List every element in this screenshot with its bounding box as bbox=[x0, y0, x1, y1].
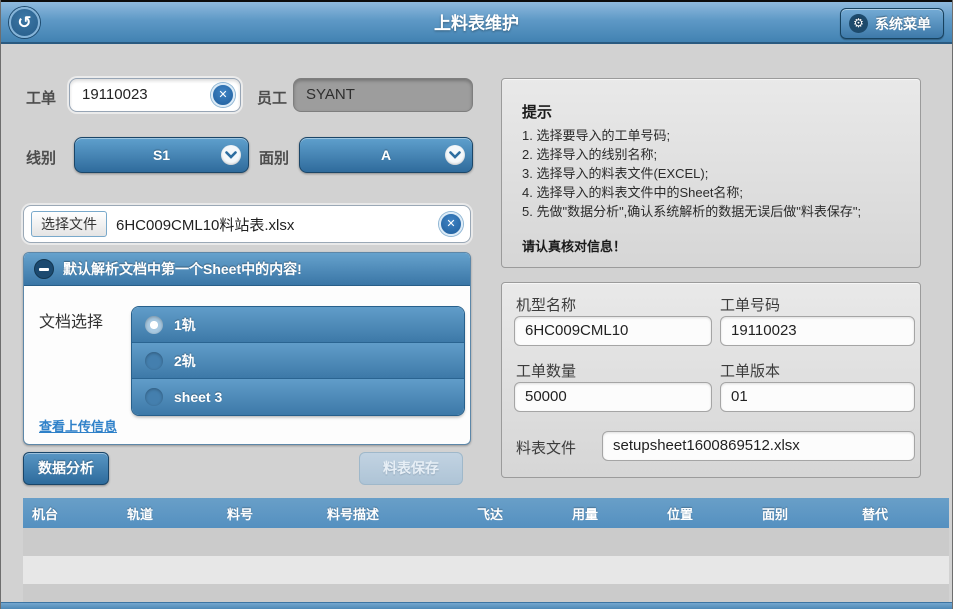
sheet-option-label: sheet 3 bbox=[174, 389, 222, 405]
collapse-icon[interactable] bbox=[34, 259, 54, 279]
col-position: 位置 bbox=[658, 504, 753, 523]
sheet-option-2[interactable]: 2轨 bbox=[132, 343, 464, 379]
model-name-input[interactable]: 6HC009CML10 bbox=[514, 316, 712, 346]
radio-selected-icon bbox=[145, 316, 163, 334]
model-name-label: 机型名称 bbox=[516, 294, 576, 315]
order-number-label: 工单号码 bbox=[720, 294, 780, 315]
col-usage: 用量 bbox=[563, 504, 658, 523]
clear-work-order-icon[interactable]: ✕ bbox=[211, 83, 235, 107]
table-header-row: 机台 轨道 料号 料号描述 飞达 用量 位置 面别 替代 bbox=[23, 498, 949, 528]
col-part-description: 料号描述 bbox=[318, 504, 468, 523]
sheet-selection-panel: 默认解析文档中第一个Sheet中的内容! 文档选择 1轨 2轨 sheet 3 … bbox=[23, 252, 471, 445]
col-track: 轨道 bbox=[118, 504, 218, 523]
radio-unselected-icon bbox=[145, 388, 163, 406]
order-version-input[interactable]: 01 bbox=[720, 382, 915, 412]
col-substitute: 替代 bbox=[853, 504, 949, 523]
gear-icon: ⚙ bbox=[849, 14, 868, 33]
order-qty-input[interactable]: 50000 bbox=[514, 382, 712, 412]
order-qty-value: 50000 bbox=[525, 388, 567, 405]
order-version-label: 工单版本 bbox=[720, 360, 780, 381]
header-bar: ↺ 上料表维护 ⚙ 系统菜单 bbox=[1, 0, 952, 44]
sheet-panel-header: 默认解析文档中第一个Sheet中的内容! bbox=[24, 253, 470, 286]
save-table-button[interactable]: 料表保存 bbox=[359, 452, 463, 485]
work-order-label: 工单 bbox=[26, 87, 56, 108]
tips-item: 2. 选择导入的线别名称; bbox=[522, 145, 861, 164]
tips-item: 3. 选择导入的料表文件(EXCEL); bbox=[522, 164, 861, 183]
sheet-option-3[interactable]: sheet 3 bbox=[132, 379, 464, 415]
sheet-panel-header-text: 默认解析文档中第一个Sheet中的内容! bbox=[63, 259, 302, 279]
tips-list: 1. 选择要导入的工单号码; 2. 选择导入的线别名称; 3. 选择导入的料表文… bbox=[522, 126, 861, 221]
system-menu-label: 系统菜单 bbox=[875, 14, 931, 34]
table-row bbox=[23, 556, 949, 584]
order-version-value: 01 bbox=[731, 388, 748, 405]
clear-file-icon[interactable]: ✕ bbox=[439, 212, 463, 236]
choose-file-button[interactable]: 选择文件 bbox=[31, 211, 107, 237]
table-row bbox=[23, 528, 949, 556]
work-order-value: 19110023 bbox=[82, 86, 148, 103]
side-select[interactable]: A bbox=[299, 137, 473, 173]
employee-input: SYANT bbox=[293, 78, 473, 112]
chevron-down-icon bbox=[221, 145, 241, 165]
file-picker-bar: 选择文件 6HC009CML10料站表.xlsx ✕ bbox=[23, 205, 471, 243]
setup-sheet-file-label: 料表文件 bbox=[516, 437, 576, 458]
order-number-value: 19110023 bbox=[731, 322, 797, 339]
bottom-scrollbar[interactable] bbox=[1, 602, 952, 609]
sheet-option-label: 1轨 bbox=[174, 315, 196, 335]
doc-select-label: 文档选择 bbox=[39, 308, 103, 332]
tips-box: 提示 1. 选择要导入的工单号码; 2. 选择导入的线别名称; 3. 选择导入的… bbox=[501, 78, 921, 268]
line-label: 线别 bbox=[26, 147, 56, 168]
order-info-box: 机型名称 工单号码 6HC009CML10 19110023 工单数量 工单版本… bbox=[501, 282, 921, 478]
verify-warning-text: 请认真核对信息！ bbox=[522, 236, 626, 255]
page-title: 上料表维护 bbox=[1, 2, 952, 46]
table-row bbox=[23, 584, 949, 602]
side-label: 面别 bbox=[259, 147, 289, 168]
col-feeder: 飞达 bbox=[468, 504, 563, 523]
tips-item: 4. 选择导入的料表文件中的Sheet名称; bbox=[522, 183, 861, 202]
tips-item: 1. 选择要导入的工单号码; bbox=[522, 126, 861, 145]
col-machine: 机台 bbox=[23, 504, 118, 523]
employee-label: 员工 bbox=[257, 87, 287, 108]
setup-sheet-file-value: setupsheet1600869512.xlsx bbox=[613, 437, 800, 454]
order-number-input[interactable]: 19110023 bbox=[720, 316, 915, 346]
employee-value: SYANT bbox=[306, 86, 355, 103]
sheet-option-label: 2轨 bbox=[174, 351, 196, 371]
col-part-number: 料号 bbox=[218, 504, 318, 523]
chevron-down-icon bbox=[445, 145, 465, 165]
side-select-value: A bbox=[381, 147, 391, 163]
model-name-value: 6HC009CML10 bbox=[525, 322, 628, 339]
material-table: 机台 轨道 料号 料号描述 飞达 用量 位置 面别 替代 bbox=[23, 498, 949, 602]
line-select-value: S1 bbox=[153, 147, 170, 163]
radio-unselected-icon bbox=[145, 352, 163, 370]
work-order-input[interactable]: 19110023 ✕ bbox=[69, 78, 241, 112]
tips-title: 提示 bbox=[522, 101, 552, 122]
order-qty-label: 工单数量 bbox=[516, 360, 576, 381]
data-analyze-button[interactable]: 数据分析 bbox=[23, 452, 109, 485]
line-select[interactable]: S1 bbox=[74, 137, 249, 173]
selected-filename: 6HC009CML10料站表.xlsx bbox=[116, 214, 294, 235]
view-upload-info-link[interactable]: 查看上传信息 bbox=[39, 416, 117, 435]
tips-item: 5. 先做"数据分析",确认系统解析的数据无误后做"料表保存"; bbox=[522, 202, 861, 221]
system-menu-button[interactable]: ⚙ 系统菜单 bbox=[840, 8, 944, 39]
sheet-option-1[interactable]: 1轨 bbox=[132, 307, 464, 343]
sheet-radio-group: 1轨 2轨 sheet 3 bbox=[132, 307, 464, 415]
app-window: ↺ 上料表维护 ⚙ 系统菜单 工单 19110023 ✕ 员工 SYANT 线别… bbox=[0, 0, 953, 609]
setup-sheet-file-input[interactable]: setupsheet1600869512.xlsx bbox=[602, 431, 915, 461]
col-side: 面别 bbox=[753, 504, 853, 523]
